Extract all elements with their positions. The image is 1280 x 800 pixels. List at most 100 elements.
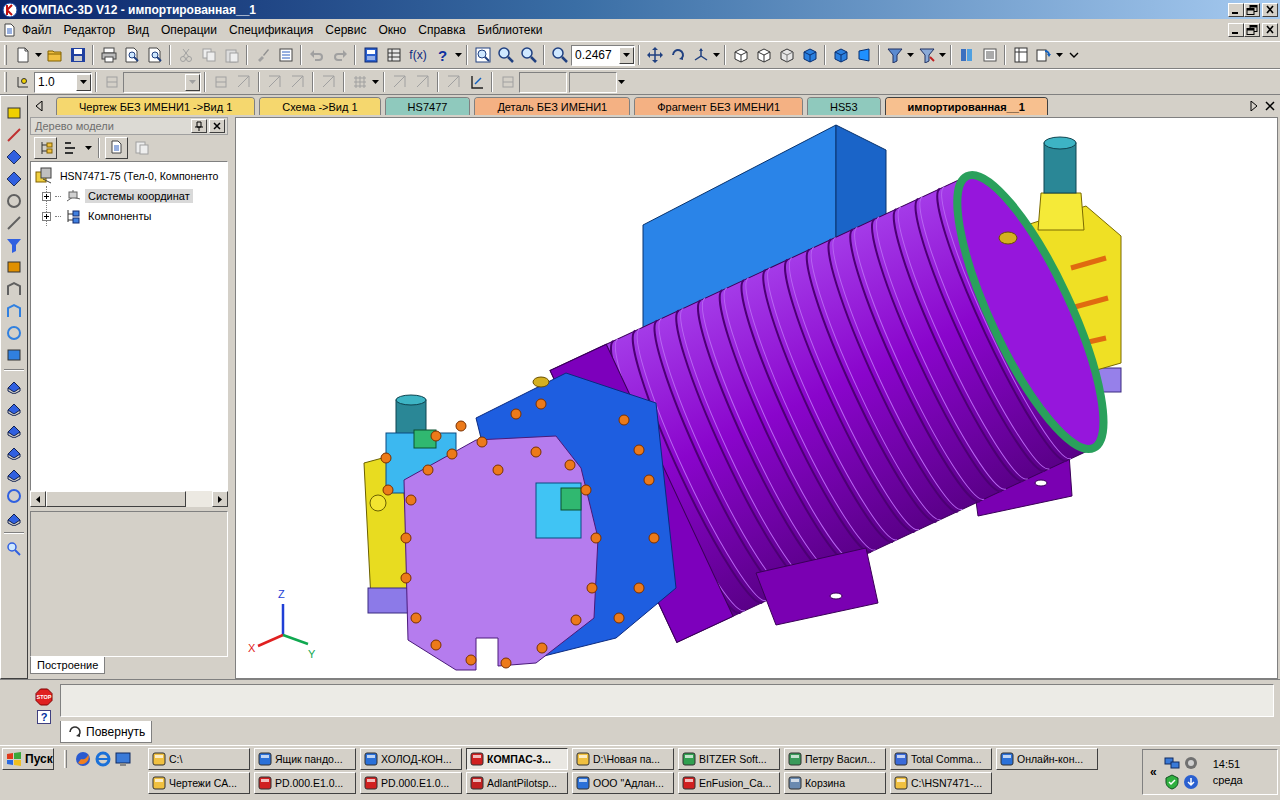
- tool-button[interactable]: [3, 375, 26, 396]
- orientation-button[interactable]: [689, 44, 712, 66]
- hidden-thin-button[interactable]: [775, 44, 798, 66]
- antivirus-icon[interactable]: [1183, 755, 1199, 771]
- select-filter-button[interactable]: [915, 44, 938, 66]
- save-button[interactable]: [66, 44, 89, 66]
- tool-button[interactable]: [3, 300, 26, 321]
- document-tab[interactable]: Чертеж БЕЗ ИМЕНИ1 ->Вид 1: [56, 97, 255, 115]
- update-icon[interactable]: [1183, 774, 1199, 790]
- task-button[interactable]: Чертежи CA...: [148, 772, 250, 794]
- new-document-dropdown[interactable]: [34, 44, 43, 66]
- document-tab[interactable]: HS7477: [385, 97, 471, 115]
- network-icon[interactable]: [1164, 755, 1180, 771]
- more-button[interactable]: [1064, 44, 1087, 66]
- menu-item[interactable]: Спецификация: [223, 21, 319, 39]
- task-button[interactable]: КОМПАС-3...: [466, 748, 568, 770]
- compressor-model[interactable]: ZXY: [236, 118, 1277, 678]
- task-button[interactable]: Total Comma...: [890, 748, 992, 770]
- tree-structure-button[interactable]: [34, 137, 57, 159]
- tool-button[interactable]: [3, 397, 26, 418]
- tabs-right-button[interactable]: [1246, 97, 1262, 115]
- tree-item[interactable]: Системы координат: [42, 186, 223, 206]
- start-button[interactable]: Пуск: [2, 748, 54, 770]
- stop-icon[interactable]: STOP: [35, 688, 53, 706]
- document-minimize-button[interactable]: [1228, 23, 1244, 37]
- panel-tab[interactable]: Построение: [30, 657, 105, 674]
- measure-button[interactable]: [232, 71, 255, 93]
- tool-button[interactable]: [3, 344, 26, 365]
- local-cs-button[interactable]: [388, 71, 411, 93]
- menu-item[interactable]: Вид: [121, 21, 155, 39]
- tool-button[interactable]: [3, 102, 26, 123]
- tool-button[interactable]: [3, 278, 26, 299]
- rotate-button[interactable]: [666, 44, 689, 66]
- relations-button[interactable]: [130, 137, 153, 159]
- layers-button[interactable]: [382, 44, 405, 66]
- task-button[interactable]: Онлайн-кон...: [996, 748, 1098, 770]
- task-button[interactable]: Петру Васил...: [784, 748, 886, 770]
- line-scale-field[interactable]: 1.0: [34, 72, 92, 93]
- plus-icon[interactable]: [42, 212, 51, 221]
- task-button[interactable]: D:\Новая па...: [572, 748, 674, 770]
- expand-toggle[interactable]: [42, 192, 51, 201]
- tree-item[interactable]: HSN7471-75 (Тел-0, Компоненто: [35, 166, 223, 186]
- task-button[interactable]: ООО "Адлан...: [572, 772, 674, 794]
- menu-item[interactable]: Окно: [372, 21, 412, 39]
- firefox-launch[interactable]: [75, 751, 91, 767]
- document-close-button[interactable]: [1262, 23, 1278, 37]
- grid-dropdown[interactable]: [371, 71, 380, 93]
- zoom-dropdown[interactable]: [619, 47, 634, 64]
- library-manager-button[interactable]: [978, 44, 1001, 66]
- window-close-button[interactable]: [1262, 3, 1278, 17]
- show-parameters-button[interactable]: [105, 137, 128, 159]
- help-button[interactable]: ?: [431, 44, 454, 66]
- task-button[interactable]: Ящик пандо...: [254, 748, 356, 770]
- cut-button[interactable]: [174, 44, 197, 66]
- model-viewport[interactable]: ZXY: [235, 117, 1278, 679]
- undo-button[interactable]: [305, 44, 328, 66]
- menu-item[interactable]: Справка: [412, 21, 471, 39]
- filter-dropdown[interactable]: [906, 44, 915, 66]
- zoom-in-button[interactable]: [494, 44, 517, 66]
- format-painter-button[interactable]: [251, 44, 274, 66]
- wireframe-button[interactable]: [729, 44, 752, 66]
- tool-button[interactable]: [3, 168, 26, 189]
- pan-button[interactable]: [643, 44, 666, 66]
- ie-launch[interactable]: [95, 751, 111, 767]
- zoom-field[interactable]: 0.2467: [571, 45, 635, 66]
- menu-item[interactable]: Сервис: [319, 21, 372, 39]
- redo-button[interactable]: [328, 44, 351, 66]
- open-button[interactable]: [43, 44, 66, 66]
- style-button[interactable]: [100, 71, 123, 93]
- align-button[interactable]: [209, 71, 232, 93]
- tool-button[interactable]: [3, 322, 26, 343]
- copy-button[interactable]: [197, 44, 220, 66]
- window-restore-button[interactable]: [1244, 3, 1260, 17]
- tool-button[interactable]: [3, 441, 26, 462]
- tree-view-button[interactable]: [59, 137, 82, 159]
- stop-button[interactable]: STOP: [35, 688, 53, 706]
- paste-button[interactable]: [220, 44, 243, 66]
- rebuild-button[interactable]: [1032, 44, 1055, 66]
- help-button[interactable]: ?: [37, 710, 51, 724]
- horizontal-scrollbar[interactable]: [30, 491, 228, 507]
- snap-button[interactable]: [11, 71, 34, 93]
- orientation-dropdown[interactable]: [712, 44, 721, 66]
- close-panel-button[interactable]: [209, 119, 225, 133]
- close-tab-button[interactable]: [1262, 97, 1278, 115]
- filter-button[interactable]: [883, 44, 906, 66]
- specification-button[interactable]: [1009, 44, 1032, 66]
- help-dropdown[interactable]: [454, 44, 463, 66]
- task-button[interactable]: ХОЛОД-КОН...: [360, 748, 462, 770]
- tool-button[interactable]: [3, 507, 26, 528]
- menu-item[interactable]: Библиотеки: [471, 21, 548, 39]
- menu-item[interactable]: Редактор: [58, 21, 122, 39]
- variables-button[interactable]: f(x): [405, 44, 431, 66]
- tool-button[interactable]: [3, 146, 26, 167]
- line-scale-dropdown[interactable]: [76, 74, 91, 91]
- tool-button[interactable]: [3, 190, 26, 211]
- scroll-left-button[interactable]: [30, 491, 46, 507]
- pin-button[interactable]: [191, 119, 207, 133]
- properties-button[interactable]: [274, 44, 297, 66]
- param-button[interactable]: [317, 71, 340, 93]
- document-tab[interactable]: HS53: [807, 97, 881, 115]
